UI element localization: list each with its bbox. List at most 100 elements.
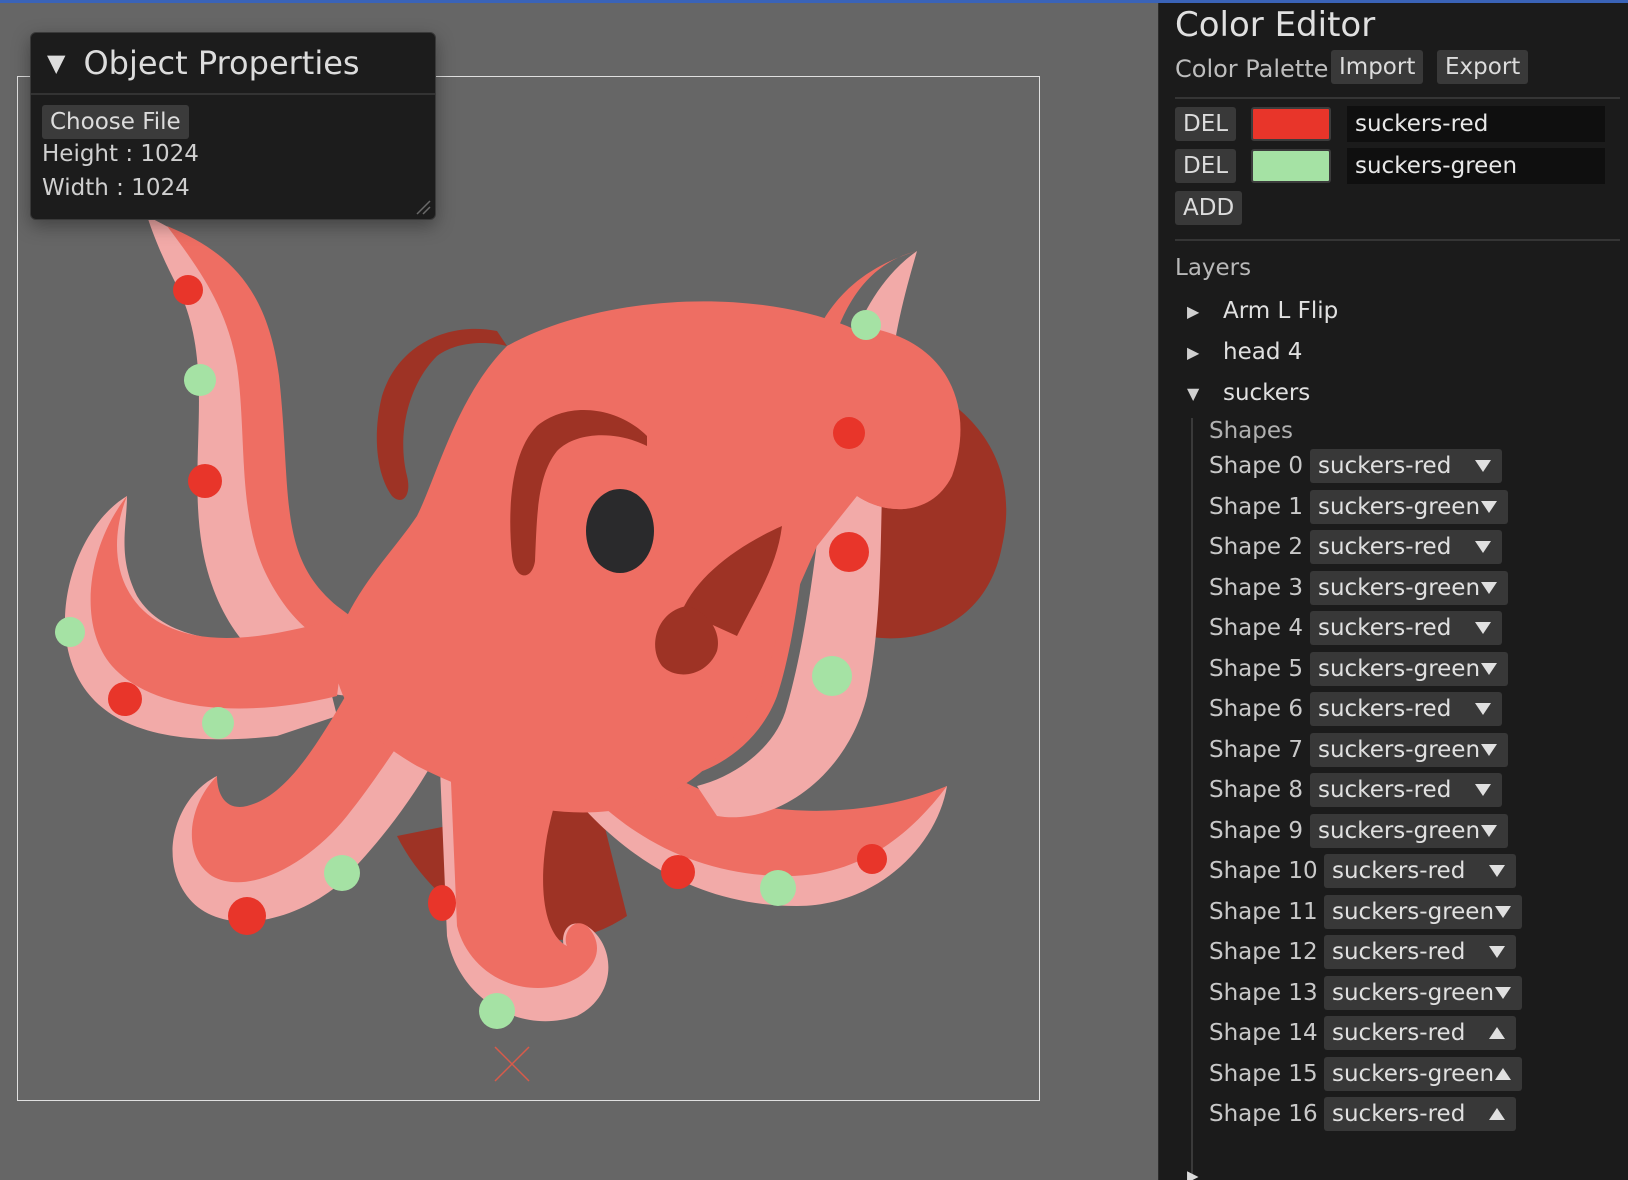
sucker-red <box>173 275 203 305</box>
layer-label: Arm L Flip <box>1223 298 1339 324</box>
color-editor-panel: Color Editor Color Palette Import Export… <box>1158 3 1628 1180</box>
sucker-red <box>829 532 869 572</box>
shape-color-select[interactable]: suckers-green <box>1324 975 1522 1010</box>
shape-color-select[interactable]: suckers-red <box>1310 530 1502 564</box>
layer-suckers[interactable]: ▼ suckers <box>1187 375 1310 411</box>
shape-row: Shape 13 <box>1209 975 1318 1011</box>
shape-label: Shape 5 <box>1209 655 1303 682</box>
caret-down-icon <box>1481 743 1497 756</box>
sucker-green <box>851 310 881 340</box>
expand-arrow-icon[interactable]: ▶ <box>1187 302 1223 321</box>
shape-label: Shape 0 <box>1209 453 1303 479</box>
shape-color-value: suckers-green <box>1318 736 1481 763</box>
shape-row: Shape 9 <box>1209 813 1303 849</box>
shape-row: Shape 7 <box>1209 732 1303 768</box>
color-swatch[interactable] <box>1251 149 1331 183</box>
shape-row: Shape 1 <box>1209 489 1303 525</box>
color-name-input[interactable]: suckers-red <box>1347 106 1605 142</box>
shape-color-select[interactable]: suckers-green <box>1324 1056 1522 1091</box>
shape-row: Shape 16 <box>1209 1096 1318 1132</box>
shape-label: Shape 14 <box>1209 1020 1318 1046</box>
expand-arrow-icon[interactable]: ▶ <box>1187 343 1223 362</box>
caret-down-icon <box>1481 581 1497 594</box>
layer-arm-l-flip[interactable]: ▶ Arm L Flip <box>1187 293 1338 329</box>
octopus-head-back-right <box>857 326 961 510</box>
shape-row: Shape 2 <box>1209 529 1303 565</box>
resize-grip-icon[interactable] <box>415 199 431 215</box>
shape-label: Shape 1 <box>1209 493 1303 520</box>
shape-label: Shape 3 <box>1209 574 1303 601</box>
shape-label: Shape 6 <box>1209 696 1303 722</box>
object-properties-window[interactable]: ▼ Object Properties Choose File Height :… <box>30 32 436 220</box>
caret-down-icon <box>1481 500 1497 513</box>
shape-color-select[interactable]: suckers-red <box>1324 935 1516 969</box>
layer-partial-item[interactable]: ▸ ... <box>1187 1163 1228 1180</box>
shape-color-select[interactable]: suckers-red <box>1310 773 1502 807</box>
delete-color-button[interactable]: DEL <box>1175 149 1237 183</box>
shape-row: Shape 10 <box>1209 853 1318 889</box>
shape-row: Shape 11 <box>1209 894 1318 930</box>
add-color-button[interactable]: ADD <box>1175 191 1243 225</box>
shape-label: Shape 9 <box>1209 817 1303 844</box>
choose-file-button[interactable]: Choose File <box>42 105 189 139</box>
shape-color-select[interactable]: suckers-green <box>1310 489 1508 524</box>
width-value: Width : 1024 <box>42 175 190 201</box>
divider <box>1175 239 1620 241</box>
collapse-arrow-icon[interactable]: ▼ <box>1187 384 1223 403</box>
shape-row: Shape 3 <box>1209 570 1303 606</box>
shape-color-select[interactable]: suckers-green <box>1324 894 1522 929</box>
shape-color-value: suckers-red <box>1318 453 1452 479</box>
shape-color-value: suckers-green <box>1332 979 1495 1006</box>
shapes-label: Shapes <box>1209 418 1294 444</box>
shape-color-select[interactable]: suckers-green <box>1310 813 1508 848</box>
caret-up-icon <box>1489 1027 1505 1039</box>
color-palette-label: Color Palette <box>1175 55 1329 83</box>
shape-color-select[interactable]: suckers-red <box>1310 692 1502 726</box>
sucker-red <box>188 464 222 498</box>
shape-color-select[interactable]: suckers-green <box>1310 570 1508 605</box>
shape-label: Shape 7 <box>1209 736 1303 763</box>
octopus-eye <box>586 489 654 573</box>
shape-color-value: suckers-green <box>1318 817 1481 844</box>
color-name-input[interactable]: suckers-green <box>1347 148 1605 184</box>
shape-color-select[interactable]: suckers-green <box>1310 651 1508 686</box>
sucker-red <box>108 682 142 716</box>
shape-color-select[interactable]: suckers-red <box>1324 854 1516 888</box>
shape-color-value: suckers-red <box>1332 939 1466 965</box>
shape-color-select[interactable]: suckers-red <box>1324 1097 1516 1131</box>
shape-color-value: suckers-green <box>1332 898 1495 925</box>
color-swatch[interactable] <box>1251 107 1331 141</box>
shape-color-select[interactable]: suckers-red <box>1324 1016 1516 1050</box>
export-button[interactable]: Export <box>1437 50 1529 84</box>
delete-color-button[interactable]: DEL <box>1175 107 1237 141</box>
shape-label: Shape 11 <box>1209 898 1318 925</box>
layer-label: suckers <box>1223 380 1311 406</box>
shape-row: Shape 8 <box>1209 772 1303 808</box>
shape-row: Shape 12 <box>1209 934 1318 970</box>
shape-color-value: suckers-red <box>1318 534 1452 560</box>
object-properties-titlebar[interactable]: ▼ Object Properties <box>31 33 435 95</box>
octopus-artwork[interactable] <box>17 76 1040 1101</box>
sucker-red <box>661 855 695 889</box>
shape-color-value: suckers-red <box>1332 858 1466 884</box>
shape-row: Shape 6 <box>1209 691 1303 727</box>
sucker-green <box>479 993 515 1029</box>
layer-head-4[interactable]: ▶ head 4 <box>1187 334 1302 370</box>
shape-color-select[interactable]: suckers-red <box>1310 611 1502 645</box>
sucker-green <box>202 707 234 739</box>
shape-row: Shape 5 <box>1209 651 1303 687</box>
caret-up-icon <box>1489 1108 1505 1120</box>
color-editor-title: Color Editor <box>1175 5 1376 45</box>
caret-down-icon <box>1495 986 1511 999</box>
shape-label: Shape 12 <box>1209 939 1318 965</box>
import-button[interactable]: Import <box>1331 50 1424 84</box>
divider <box>1175 97 1620 99</box>
sucker-green <box>812 656 852 696</box>
collapse-triangle-icon[interactable]: ▼ <box>47 49 65 77</box>
caret-down-icon <box>1489 946 1505 958</box>
shape-color-select[interactable]: suckers-red <box>1310 449 1502 483</box>
caret-down-icon <box>1489 865 1505 877</box>
shape-color-select[interactable]: suckers-green <box>1310 732 1508 767</box>
caret-down-icon <box>1475 460 1491 472</box>
shape-label: Shape 4 <box>1209 615 1303 641</box>
